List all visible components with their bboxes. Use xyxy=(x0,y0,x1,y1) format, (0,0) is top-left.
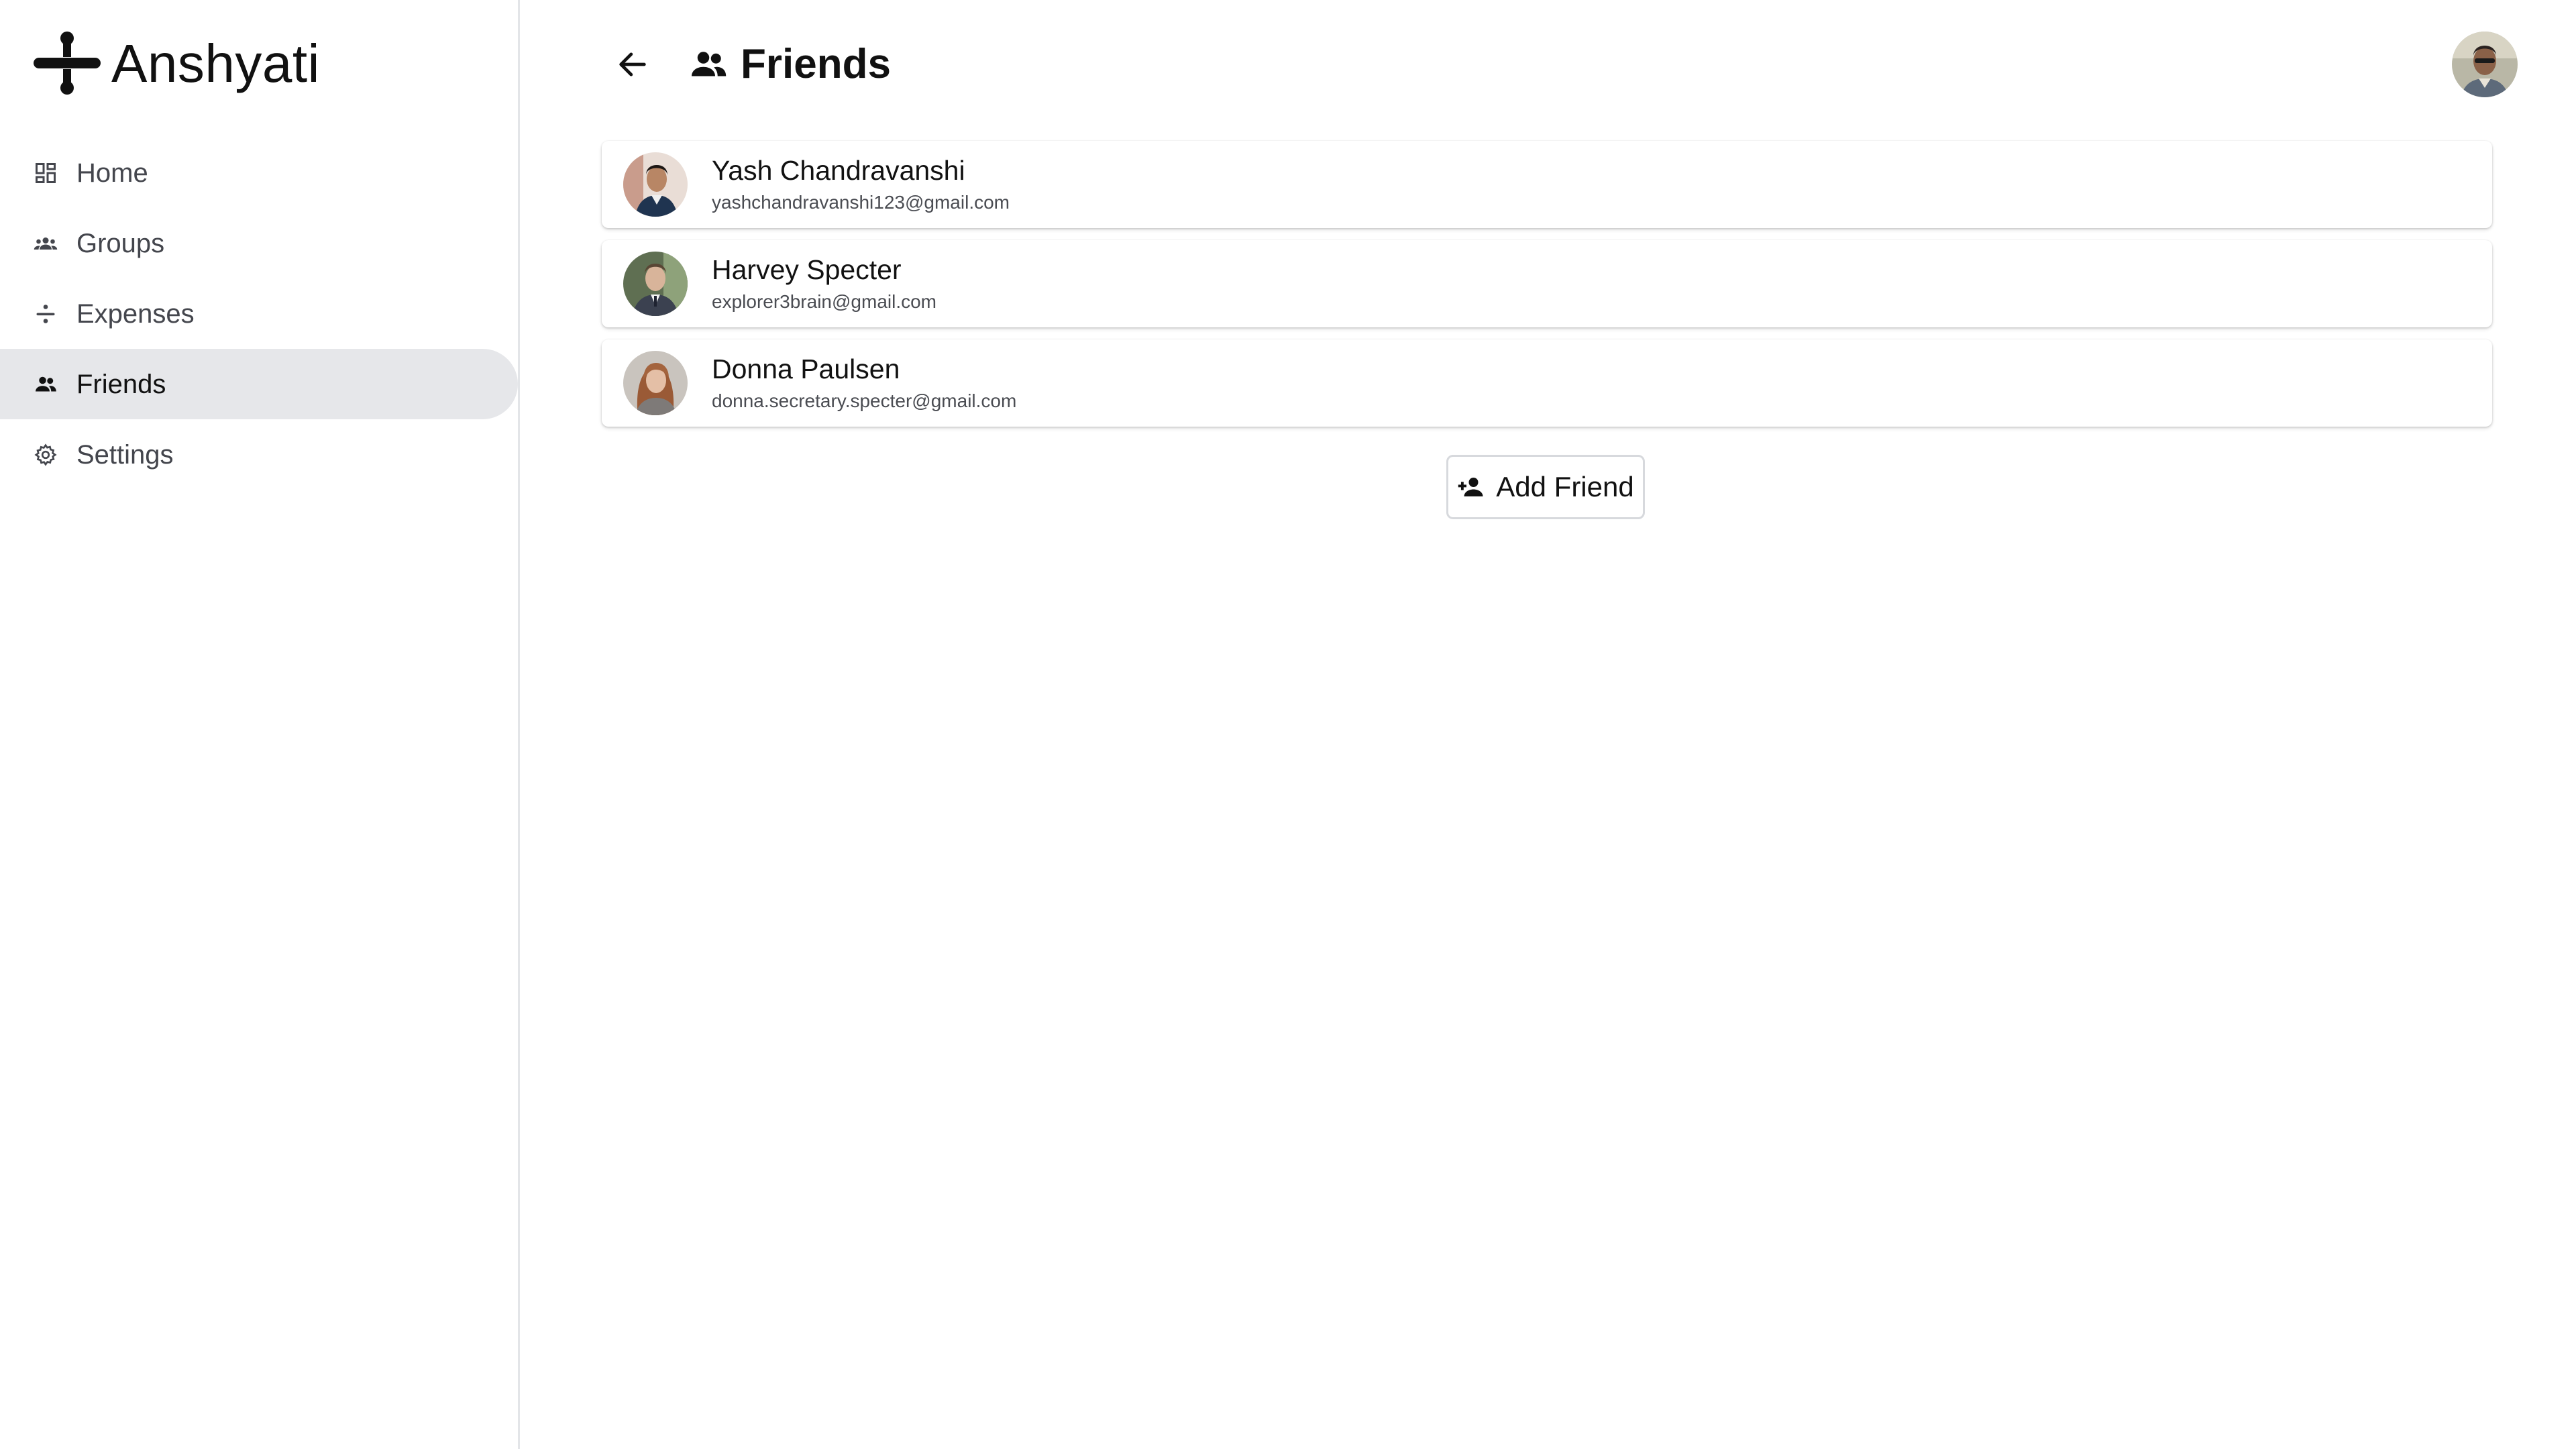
friend-email: donna.secretary.specter@gmail.com xyxy=(712,390,1017,412)
friend-info: Harvey Specter explorer3brain@gmail.com xyxy=(712,254,937,313)
add-friend-label: Add Friend xyxy=(1496,471,1634,502)
page-title: Friends xyxy=(741,40,891,87)
sidebar-item-settings[interactable]: Settings xyxy=(0,419,518,490)
sidebar-item-label: Settings xyxy=(76,439,174,470)
friend-email: explorer3brain@gmail.com xyxy=(712,291,937,313)
avatar xyxy=(623,252,688,316)
friend-info: Donna Paulsen donna.secretary.specter@gm… xyxy=(712,354,1016,412)
profile-avatar[interactable] xyxy=(2452,32,2518,97)
divide-logo-icon xyxy=(32,29,102,99)
people-icon xyxy=(34,372,58,396)
friend-info: Yash Chandravanshi yashchandravanshi123@… xyxy=(712,155,1010,213)
person-add-icon xyxy=(1457,473,1485,501)
sidebar: Anshyati Home Groups Expenses Friends Se… xyxy=(0,0,520,1449)
sidebar-item-expenses[interactable]: Expenses xyxy=(0,278,518,349)
main-content: Friends Yash Chandravanshi yashchandrava… xyxy=(522,0,2576,1449)
friend-name: Yash Chandravanshi xyxy=(712,155,965,186)
sidebar-item-label: Expenses xyxy=(76,299,195,329)
friend-name: Donna Paulsen xyxy=(712,354,900,385)
add-friend-button[interactable]: Add Friend xyxy=(1446,455,1645,519)
sidebar-item-label: Home xyxy=(76,158,148,188)
friend-card[interactable]: Harvey Specter explorer3brain@gmail.com xyxy=(602,240,2492,327)
sidebar-item-label: Groups xyxy=(76,228,165,258)
app-root: Anshyati Home Groups Expenses Friends Se… xyxy=(0,0,2576,1449)
brand[interactable]: Anshyati xyxy=(32,27,320,101)
back-button[interactable] xyxy=(609,41,656,88)
brand-name: Anshyati xyxy=(111,34,320,93)
sidebar-item-friends[interactable]: Friends xyxy=(0,349,518,419)
sidebar-item-label: Friends xyxy=(76,369,166,399)
divide-icon xyxy=(34,302,58,326)
friend-list: Yash Chandravanshi yashchandravanshi123@… xyxy=(602,141,2492,439)
avatar xyxy=(623,351,688,415)
sidebar-item-home[interactable]: Home xyxy=(0,138,518,208)
groups-icon xyxy=(34,231,58,256)
sidebar-item-groups[interactable]: Groups xyxy=(0,208,518,278)
sidebar-nav: Home Groups Expenses Friends Settings xyxy=(0,138,520,490)
dashboard-grid-icon xyxy=(34,161,58,185)
arrow-left-icon xyxy=(619,52,646,76)
page-header: Friends xyxy=(609,32,891,96)
people-icon xyxy=(688,44,729,85)
friend-card[interactable]: Yash Chandravanshi yashchandravanshi123@… xyxy=(602,141,2492,228)
friend-email: yashchandravanshi123@gmail.com xyxy=(712,192,1010,213)
gear-icon xyxy=(34,443,58,467)
avatar xyxy=(623,152,688,217)
friend-card[interactable]: Donna Paulsen donna.secretary.specter@gm… xyxy=(602,339,2492,427)
friend-name: Harvey Specter xyxy=(712,254,902,286)
